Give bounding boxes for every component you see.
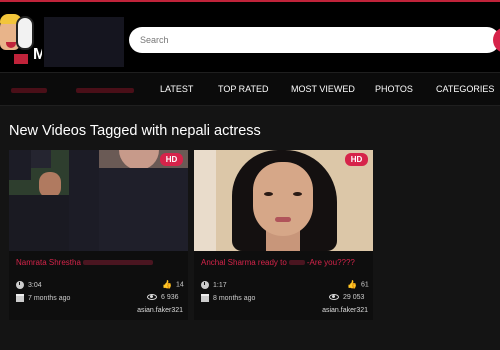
nav-item-most-viewed[interactable]: MOST VIEWED	[291, 84, 355, 94]
logo-letter: M	[33, 46, 42, 63]
video-views: 29 053	[329, 294, 364, 301]
views-value: 29 053	[343, 294, 365, 301]
hd-badge: HD	[160, 153, 183, 166]
hd-badge: HD	[345, 153, 368, 166]
logo-redacted-area	[44, 17, 124, 67]
search-bar	[129, 27, 500, 53]
site-header: M	[0, 2, 500, 72]
video-title[interactable]: Namrata Shrestha	[16, 258, 155, 267]
title-redacted	[288, 260, 305, 266]
thumbnail-lips	[275, 217, 291, 222]
video-title-text[interactable]: Namrata Shrestha	[16, 258, 81, 267]
nav-item-top-rated[interactable]: TOP RATED	[218, 84, 269, 94]
video-card[interactable]: HD Anchal Sharma ready to -Are you???? 1:…	[194, 150, 373, 320]
search-input[interactable]	[129, 27, 469, 53]
video-likes: 👍 61	[347, 280, 369, 289]
age-value: 7 months ago	[28, 294, 71, 302]
thumbnail-eye	[264, 192, 273, 196]
eye-icon	[147, 294, 157, 301]
likes-value: 14	[175, 281, 184, 289]
nav-item-categories[interactable]: CATEGORIES	[436, 84, 494, 94]
video-card[interactable]: HD Namrata Shrestha 3:04 👍 14 7 months ag…	[9, 150, 188, 320]
video-thumbnail[interactable]: HD	[9, 150, 188, 251]
eye-icon	[329, 294, 339, 301]
duration-value: 3:04	[28, 281, 42, 289]
video-title-text[interactable]: Anchal Sharma ready to	[201, 258, 287, 267]
duration-value: 1:17	[213, 281, 227, 289]
nav-item-latest[interactable]: LATEST	[160, 84, 193, 94]
site-logo[interactable]: M	[0, 12, 42, 64]
pixel-block	[69, 150, 99, 251]
pixel-block	[31, 150, 51, 168]
thumbs-up-icon: 👍	[347, 280, 357, 289]
uploader-link[interactable]: asian.faker321	[137, 307, 183, 314]
search-button[interactable]	[493, 27, 500, 53]
age-value: 8 months ago	[213, 294, 256, 302]
views-value: 6 936	[161, 294, 179, 301]
video-duration: 3:04	[16, 281, 42, 289]
main-nav: LATEST TOP RATED MOST VIEWED PHOTOS CATE…	[0, 72, 500, 106]
video-age: 7 months ago	[16, 294, 70, 302]
uploader-link[interactable]: asian.faker321	[322, 307, 368, 314]
pixel-block	[9, 150, 31, 180]
thumbnail-door	[194, 150, 216, 251]
video-duration: 1:17	[201, 281, 227, 289]
nav-item-redacted[interactable]	[11, 88, 47, 93]
thumbnail-eye	[293, 192, 302, 196]
video-thumbnail[interactable]: HD	[194, 150, 373, 251]
thumbnail-face	[253, 162, 313, 236]
clock-icon	[201, 281, 209, 289]
video-views: 6 936	[147, 294, 179, 301]
thumbs-up-icon: 👍	[162, 280, 172, 289]
pixel-block	[9, 195, 69, 251]
clock-icon	[16, 281, 24, 289]
video-title-text-end[interactable]: -Are you????	[307, 258, 355, 267]
nav-item-photos[interactable]: PHOTOS	[375, 84, 413, 94]
pixel-block	[99, 168, 188, 251]
calendar-icon	[16, 294, 24, 302]
calendar-icon	[201, 294, 209, 302]
nav-item-redacted[interactable]	[76, 88, 134, 93]
logo-red-shape	[14, 54, 28, 64]
video-age: 8 months ago	[201, 294, 255, 302]
video-likes: 👍 14	[162, 280, 184, 289]
title-redacted	[82, 260, 153, 266]
logo-mask	[16, 16, 34, 50]
video-title[interactable]: Anchal Sharma ready to -Are you????	[201, 258, 355, 267]
likes-value: 61	[360, 281, 369, 289]
page-title: New Videos Tagged with nepali actress	[9, 123, 261, 139]
